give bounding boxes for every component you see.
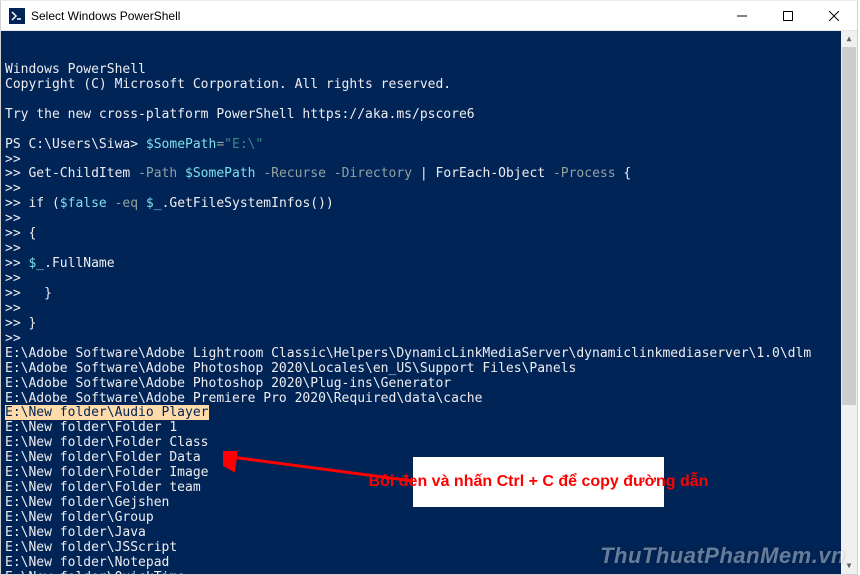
window-controls [719, 1, 857, 30]
cont-prompt: >> [5, 211, 28, 226]
output-line: E:\Adobe Software\Adobe Lightroom Classi… [5, 346, 811, 361]
cont-prompt: >> [5, 256, 28, 271]
minimize-button[interactable] [719, 1, 765, 30]
brace: { [28, 226, 36, 241]
method: .GetFileSystemInfos()) [162, 196, 334, 211]
selected-output-line[interactable]: E:\New folder\Audio Player [5, 405, 209, 420]
annotation-text: Bôi đen và nhấn Ctrl + C để copy đường d… [369, 471, 709, 493]
paren: ( [44, 196, 60, 211]
cont-prompt: >> [5, 331, 28, 346]
output-line: E:\New folder\QuickTime [5, 570, 185, 574]
titlebar[interactable]: Select Windows PowerShell [1, 1, 857, 31]
cont-prompt: >> [5, 286, 28, 301]
flag: -Recurse [263, 166, 326, 181]
cont-prompt: >> [5, 316, 28, 331]
header-line: Windows PowerShell [5, 62, 146, 77]
output-line: E:\New folder\Group [5, 510, 154, 525]
cmd: ForEach-Object [436, 166, 546, 181]
path-value: "E:\" [224, 137, 263, 152]
output-line: E:\New folder\Gejshen [5, 495, 169, 510]
brace: } [44, 286, 52, 301]
scroll-thumb[interactable] [842, 47, 856, 405]
output-line: E:\New folder\JSScript [5, 540, 177, 555]
cont-prompt: >> [5, 166, 28, 181]
output-line: E:\New folder\Folder Class [5, 435, 209, 450]
cmd: Get-ChildItem [28, 166, 130, 181]
close-button[interactable] [811, 1, 857, 30]
flag: -Process [553, 166, 616, 181]
brace: { [616, 166, 632, 181]
annotation-callout: Bôi đen và nhấn Ctrl + C để copy đường d… [413, 457, 664, 507]
equals: = [216, 137, 224, 152]
cont-prompt: >> [5, 226, 28, 241]
output-line: E:\New folder\Folder Image [5, 465, 209, 480]
output-line: E:\New folder\Folder 1 [5, 420, 177, 435]
pipe: | [412, 166, 435, 181]
cont-prompt: >> [5, 181, 28, 196]
cont-prompt: >> [5, 271, 28, 286]
vertical-scrollbar[interactable]: ▲ ▼ [841, 31, 857, 574]
output-line: E:\Adobe Software\Adobe Premiere Pro 202… [5, 391, 482, 406]
watermark: ThuThuatPhanMem.vn [600, 543, 845, 568]
false-kw: $false [60, 196, 107, 211]
cont-prompt: >> [5, 301, 28, 316]
variable: $SomePath [146, 137, 216, 152]
output-line: E:\Adobe Software\Adobe Photoshop 2020\L… [5, 361, 576, 376]
eq-op: -eq [115, 196, 138, 211]
cont-prompt: >> [5, 241, 28, 256]
output-line: E:\New folder\Notepad [5, 555, 169, 570]
scroll-up-arrow-icon[interactable]: ▲ [841, 31, 857, 47]
scroll-track[interactable] [841, 47, 857, 558]
output-line: E:\Adobe Software\Adobe Photoshop 2020\P… [5, 376, 451, 391]
output-line: E:\New folder\Folder team [5, 480, 201, 495]
cont-prompt: >> [5, 196, 28, 211]
flag: -Directory [334, 166, 412, 181]
output-line: E:\New folder\Folder Data [5, 450, 201, 465]
psitem: $_ [146, 196, 162, 211]
copyright-line: Copyright (C) Microsoft Corporation. All… [5, 77, 451, 92]
cont-prompt: >> [5, 152, 28, 167]
maximize-button[interactable] [765, 1, 811, 30]
flag: -Path [138, 166, 177, 181]
try-line: Try the new cross-platform PowerShell ht… [5, 107, 475, 122]
window-title: Select Windows PowerShell [31, 9, 719, 23]
psitem: $_ [28, 256, 44, 271]
output-line: E:\New folder\Java [5, 525, 146, 540]
if-kw: if [28, 196, 44, 211]
variable: $SomePath [185, 166, 255, 181]
brace: } [28, 316, 36, 331]
terminal-pane[interactable]: Windows PowerShell Copyright (C) Microso… [1, 31, 857, 574]
fullname: .FullName [44, 256, 114, 271]
powershell-icon [9, 8, 25, 24]
powershell-window: Select Windows PowerShell Windows PowerS… [0, 0, 858, 575]
prompt: PS C:\Users\Siwa> [5, 137, 146, 152]
